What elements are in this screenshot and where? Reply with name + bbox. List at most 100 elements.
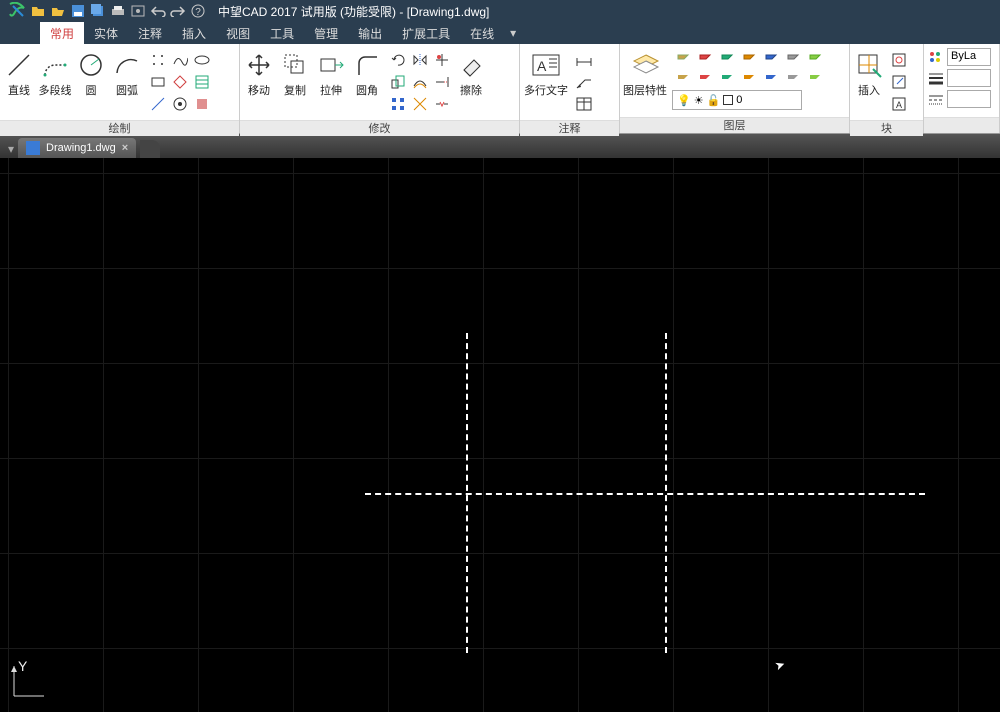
mtext-button[interactable]: A 多行文字 <box>522 48 570 116</box>
extend-icon[interactable] <box>432 72 452 92</box>
array-icon[interactable] <box>388 94 408 114</box>
close-icon[interactable]: × <box>122 142 128 154</box>
layer-thaw-icon[interactable] <box>694 70 714 88</box>
new-tab-button[interactable] <box>140 140 160 158</box>
color-combo[interactable]: ByLa <box>947 48 991 66</box>
polyline-button[interactable]: 多段线 <box>38 48 72 116</box>
edit-block-icon[interactable] <box>890 72 910 92</box>
tab-title: Drawing1.dwg <box>46 142 116 154</box>
line-button[interactable]: 直线 <box>2 48 36 116</box>
dimension-icon[interactable] <box>574 50 594 70</box>
menu-manage[interactable]: 管理 <box>304 22 348 45</box>
ucs-indicator: Y <box>8 662 48 702</box>
arc-icon <box>112 50 142 80</box>
lw-combo[interactable] <box>947 69 991 87</box>
ray-icon[interactable] <box>148 94 168 114</box>
arc-button[interactable]: 圆弧 <box>110 48 144 116</box>
app-logo-icon <box>4 0 30 22</box>
break-icon[interactable] <box>432 94 452 114</box>
insert-block-button[interactable]: 插入 <box>852 48 886 116</box>
layer-off-icon[interactable] <box>672 50 692 68</box>
point-icon[interactable] <box>148 50 168 70</box>
chevron-down-icon[interactable]: ▾ <box>510 26 516 40</box>
menu-annotate[interactable]: 注释 <box>128 22 172 45</box>
circle-button[interactable]: 圆 <box>74 48 108 116</box>
fillet-button[interactable]: 圆角 <box>350 48 384 116</box>
menu-output[interactable]: 输出 <box>348 22 392 45</box>
erase-button[interactable]: 擦除 <box>456 48 486 116</box>
help-icon[interactable]: ? <box>190 3 206 19</box>
polyline-icon <box>40 50 70 80</box>
layer-on-icon[interactable] <box>672 70 692 88</box>
rect-icon[interactable] <box>148 72 168 92</box>
draw-mini-tools <box>146 48 214 116</box>
attr-block-icon[interactable]: A <box>890 94 910 114</box>
mirror-icon[interactable] <box>410 50 430 70</box>
layer-lock-icon[interactable] <box>716 50 736 68</box>
document-tab[interactable]: Drawing1.dwg × <box>18 138 136 158</box>
layer-delete-icon[interactable] <box>804 70 824 88</box>
layer-iso-icon[interactable] <box>738 50 758 68</box>
move-button[interactable]: 移动 <box>242 48 276 116</box>
layer-unlock-icon[interactable] <box>716 70 736 88</box>
drawing-canvas[interactable]: ➤ Y <box>0 158 1000 712</box>
layer-walk-icon[interactable] <box>760 70 780 88</box>
move-icon <box>244 50 274 80</box>
layer-merge-icon[interactable] <box>782 70 802 88</box>
scale-icon[interactable] <box>388 72 408 92</box>
rotate-icon[interactable] <box>388 50 408 70</box>
stretch-button[interactable]: 拉伸 <box>314 48 348 116</box>
layer-freeze-icon[interactable] <box>694 50 714 68</box>
hatch-icon[interactable] <box>192 72 212 92</box>
linetype-icon <box>928 92 944 106</box>
offset-icon[interactable] <box>410 72 430 92</box>
make-block-icon[interactable] <box>890 50 910 70</box>
donut-icon[interactable] <box>170 94 190 114</box>
redo-icon[interactable] <box>170 3 186 19</box>
layer-prev-icon[interactable] <box>782 50 802 68</box>
explode-icon[interactable] <box>410 94 430 114</box>
save-icon[interactable] <box>70 3 86 19</box>
layer-state-icon[interactable] <box>804 50 824 68</box>
layer-combo[interactable]: 💡 ☀ 🔓 0 <box>672 90 802 110</box>
layer-match-icon[interactable] <box>760 50 780 68</box>
menu-online[interactable]: 在线 <box>460 22 504 45</box>
layer-name: 0 <box>736 94 742 106</box>
saveall-icon[interactable] <box>90 3 106 19</box>
folder-open-icon[interactable] <box>50 3 66 19</box>
trim-icon[interactable] <box>432 50 452 70</box>
menu-extend[interactable]: 扩展工具 <box>392 22 460 45</box>
print-icon[interactable] <box>110 3 126 19</box>
fillet-icon <box>352 50 382 80</box>
lt-combo[interactable] <box>947 90 991 108</box>
circle-icon <box>76 50 106 80</box>
copy-button[interactable]: 复制 <box>278 48 312 116</box>
menu-tools[interactable]: 工具 <box>260 22 304 45</box>
construction-line-h <box>365 493 925 495</box>
svg-text:A: A <box>537 58 547 74</box>
tab-dropdown-icon[interactable]: ▾ <box>8 142 14 156</box>
polygon-icon[interactable] <box>170 72 190 92</box>
layer-uniso-icon[interactable] <box>738 70 758 88</box>
panel-modify: 移动 复制 拉伸 圆角 <box>240 44 520 133</box>
table-icon[interactable] <box>574 94 594 114</box>
layer-props-button[interactable]: 图层特性 <box>622 48 668 113</box>
ellipse-icon[interactable] <box>192 50 212 70</box>
copy-icon <box>280 50 310 80</box>
ribbon: 直线 多段线 圆 圆弧 <box>0 44 1000 134</box>
line-icon <box>4 50 34 80</box>
menu-common[interactable]: 常用 <box>40 22 84 45</box>
undo-icon[interactable] <box>150 3 166 19</box>
menu-solid[interactable]: 实体 <box>84 22 128 45</box>
leader-icon[interactable] <box>574 72 594 92</box>
preview-icon[interactable] <box>130 3 146 19</box>
panel-label-draw: 绘制 <box>0 120 239 136</box>
menu-insert[interactable]: 插入 <box>172 22 216 45</box>
folder-icon[interactable] <box>30 3 46 19</box>
panel-label-layers: 图层 <box>620 117 849 133</box>
lock-icon: 🔓 <box>707 94 721 107</box>
sun-icon: ☀ <box>694 94 704 107</box>
region-icon[interactable] <box>192 94 212 114</box>
menu-view[interactable]: 视图 <box>216 22 260 45</box>
spline-icon[interactable] <box>170 50 190 70</box>
